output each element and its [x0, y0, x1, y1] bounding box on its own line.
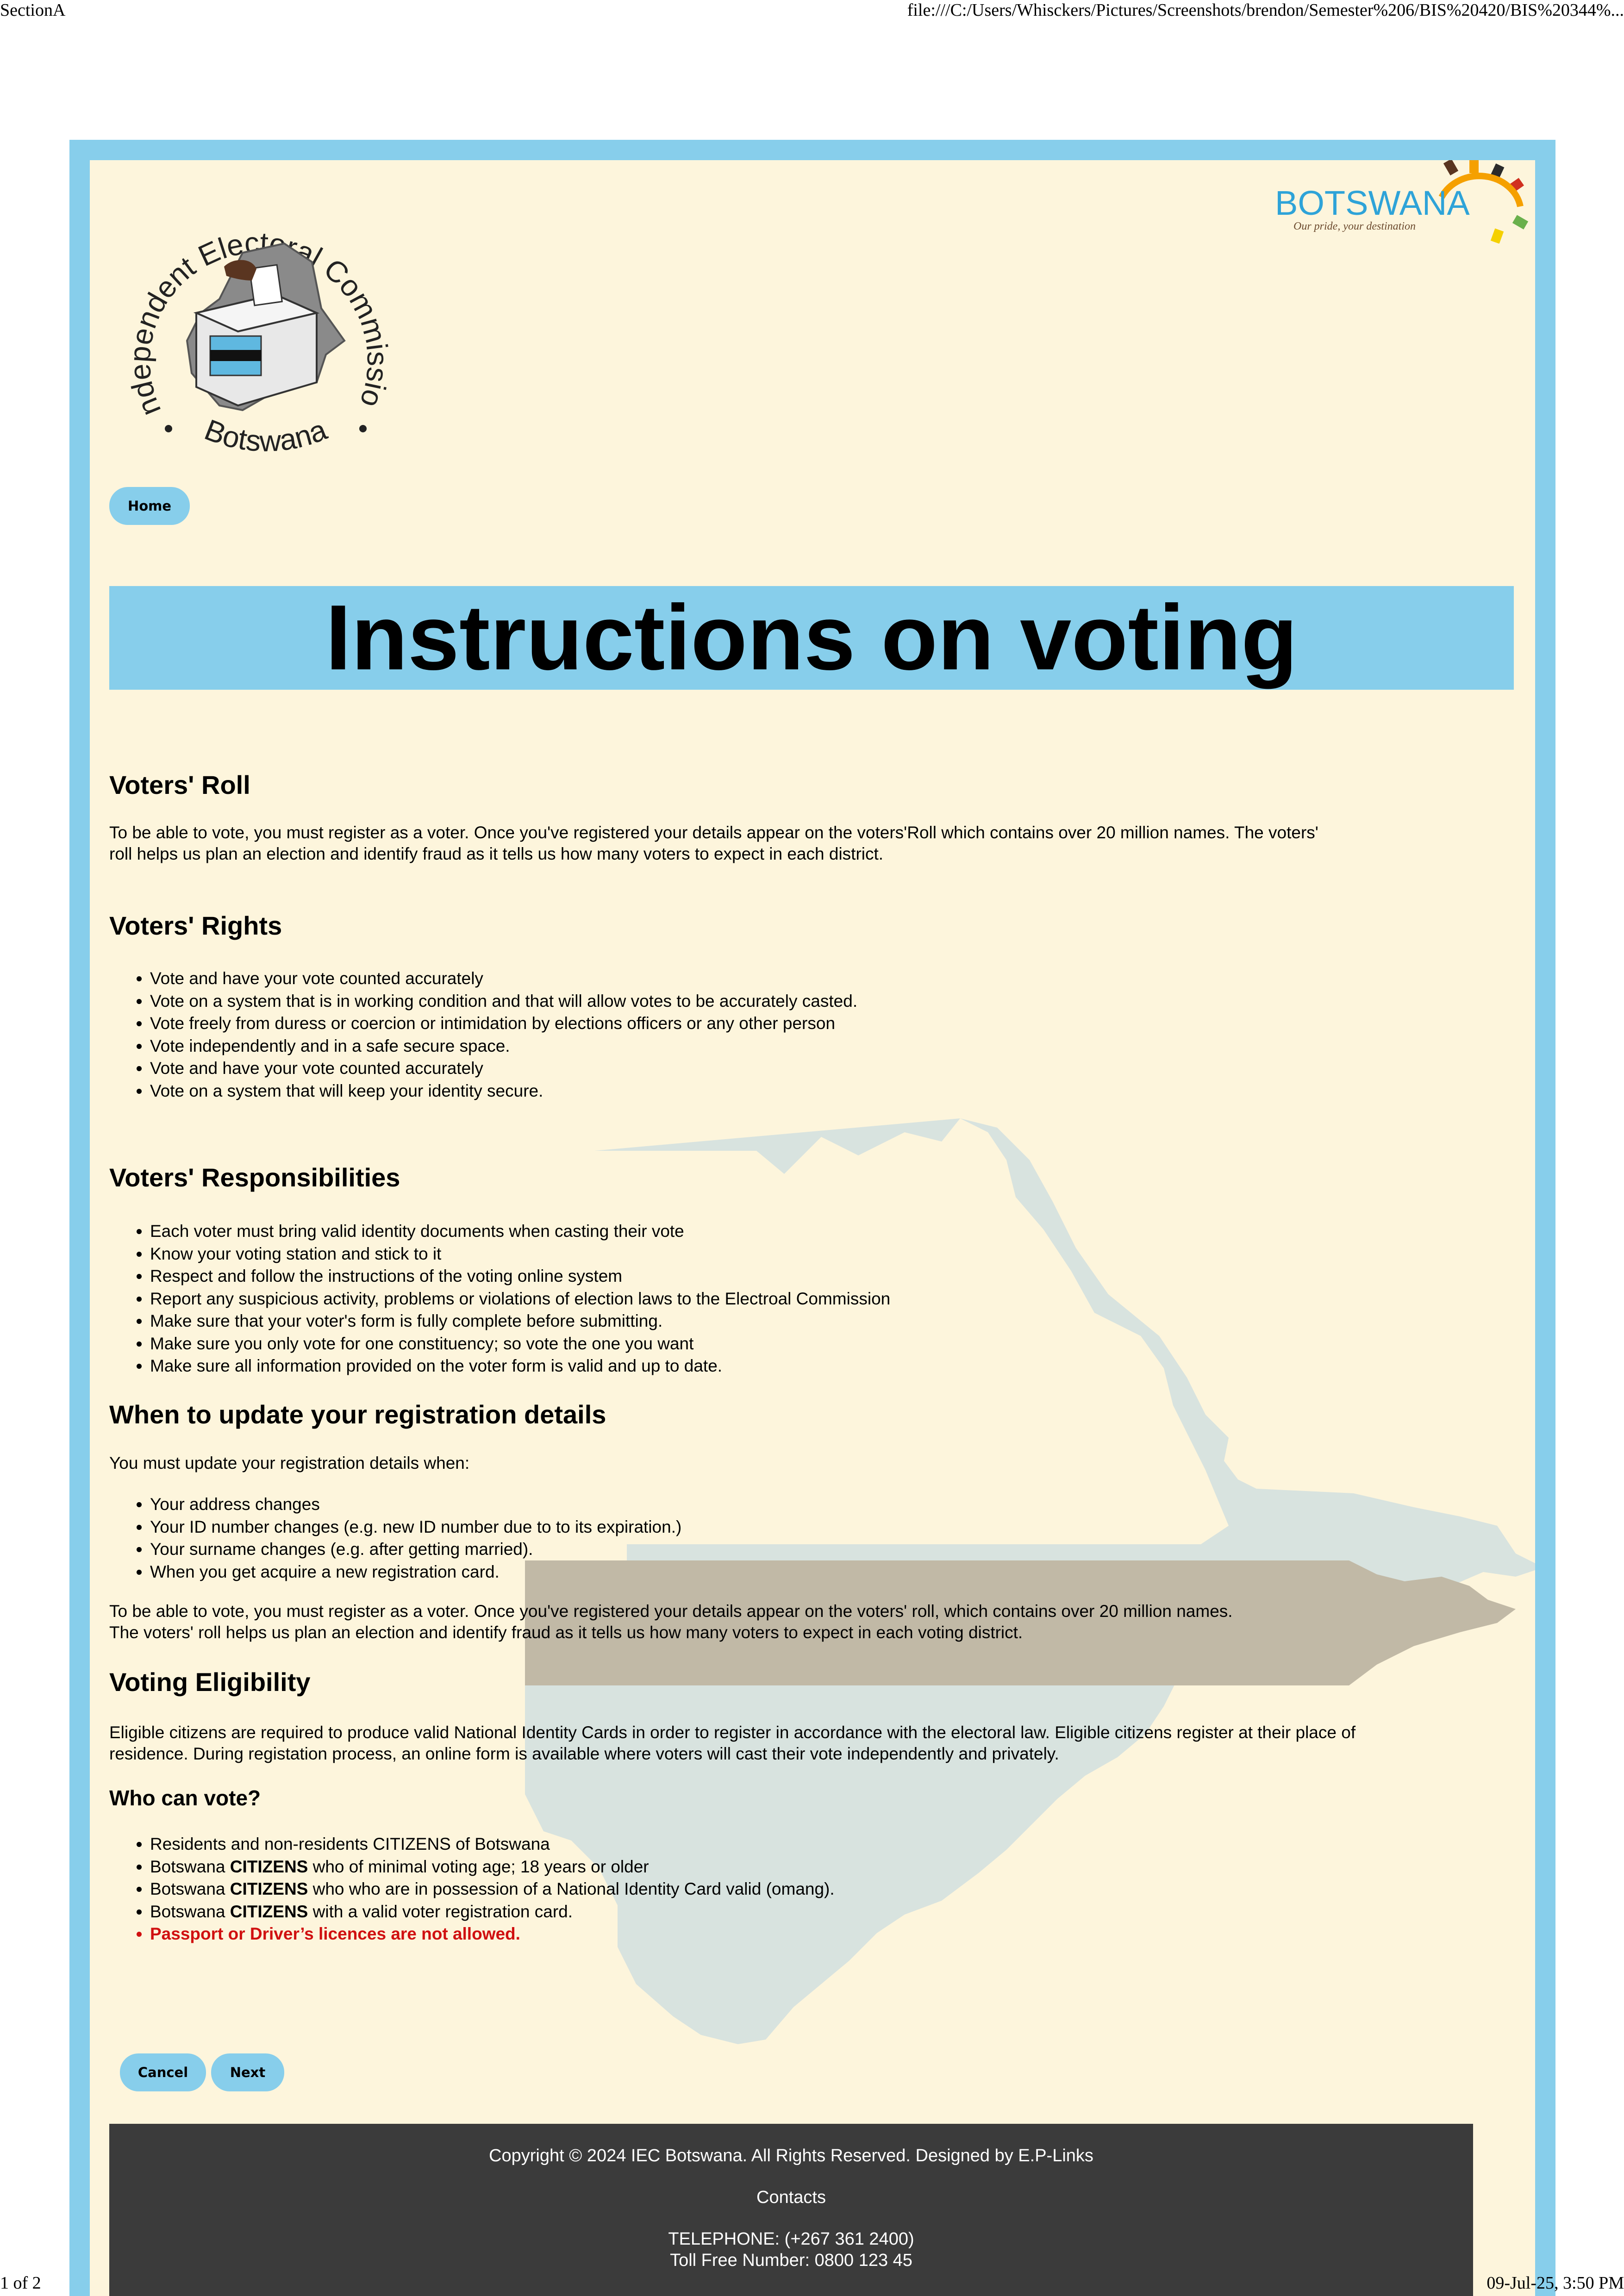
voters-responsibilities-heading: Voters' Responsibilities	[109, 1163, 400, 1192]
update-details-text-line1: To be able to vote, you must register as…	[109, 1602, 1233, 1621]
list-item: Vote and have your vote counted accurate…	[150, 967, 857, 990]
eligibility-heading: Voting Eligibility	[109, 1667, 311, 1697]
botswana-brand-word: BOTSWANA	[1275, 184, 1470, 222]
eligibility-text: Eligible citizens are required to produc…	[109, 1723, 1356, 1763]
update-details-text-line2: The voters' roll helps us plan an electi…	[109, 1623, 1023, 1642]
list-item: Botswana CITIZENS who who are in possess…	[150, 1878, 835, 1901]
voters-rights-heading: Voters' Rights	[109, 911, 282, 940]
item-text: Botswana	[150, 1879, 230, 1898]
item-text: with a valid voter registration card.	[308, 1902, 573, 1921]
footer-contacts-heading: Contacts	[756, 2188, 826, 2207]
citizens-bold: CITIZENS	[230, 1857, 308, 1876]
print-footer-page: 1 of 2	[0, 2273, 41, 2293]
iec-logo: Independent Electoral Commission Botswan…	[118, 188, 394, 458]
update-details-list: Your address changes Your ID number chan…	[109, 1493, 681, 1583]
list-item: Vote on a system that is in working cond…	[150, 990, 857, 1013]
citizens-bold: CITIZENS	[230, 1902, 308, 1921]
list-item: Residents and non-residents CITIZENS of …	[150, 1833, 835, 1856]
citizens-bold: CITIZENS	[230, 1879, 308, 1898]
page-title-band: Instructions on voting	[109, 586, 1514, 690]
list-item: Each voter must bring valid identity doc…	[150, 1220, 890, 1243]
print-header-url: file:///C:/Users/Whisckers/Pictures/Scre…	[907, 0, 1624, 20]
next-button[interactable]: Next	[211, 2053, 284, 2091]
page-frame: Independent Electoral Commission Botswan…	[69, 140, 1555, 2296]
list-item: Vote freely from duress or coercion or i…	[150, 1012, 857, 1035]
home-button[interactable]: Home	[109, 487, 190, 525]
list-item: Make sure you only vote for one constitu…	[150, 1333, 890, 1355]
update-details-heading: When to update your registration details	[109, 1400, 606, 1429]
list-item: Botswana CITIZENS who of minimal voting …	[150, 1856, 835, 1878]
list-item: Vote and have your vote counted accurate…	[150, 1057, 857, 1080]
botswana-brand-tagline: Our pride, your destination	[1293, 220, 1416, 232]
who-can-vote-heading: Who can vote?	[109, 1786, 261, 1810]
botswana-brand-logo: BOTSWANA Our pride, your destination	[1275, 160, 1529, 243]
item-text: Botswana	[150, 1857, 230, 1876]
item-text: who who are in possession of a National …	[308, 1879, 835, 1898]
page-title: Instructions on voting	[325, 586, 1298, 689]
footer-telephone: TELEPHONE: (+267 361 2400)	[668, 2229, 914, 2249]
cancel-button[interactable]: Cancel	[120, 2053, 206, 2091]
list-item: Vote independently and in a safe secure …	[150, 1035, 857, 1058]
list-item: Your ID number changes (e.g. new ID numb…	[150, 1516, 681, 1539]
print-footer-datetime: 09-Jul-25, 3:50 PM	[1487, 2273, 1624, 2293]
svg-text:Botswana: Botswana	[200, 412, 331, 458]
site-footer: Copyright © 2024 IEC Botswana. All Right…	[109, 2124, 1473, 2296]
warning-list-item: Passport or Driver’s licences are not al…	[150, 1923, 835, 1946]
page-body: Independent Electoral Commission Botswan…	[90, 160, 1535, 2296]
voters-roll-text: To be able to vote, you must register as…	[109, 823, 1318, 863]
list-item: Respect and follow the instructions of t…	[150, 1265, 890, 1288]
voters-rights-list: Vote and have your vote counted accurate…	[109, 967, 857, 1102]
voters-responsibilities-list: Each voter must bring valid identity doc…	[109, 1220, 890, 1378]
list-item: Botswana CITIZENS with a valid voter reg…	[150, 1901, 835, 1923]
item-text: who of minimal voting age; 18 years or o…	[308, 1857, 649, 1876]
update-details-intro: You must update your registration detail…	[109, 1454, 470, 1472]
voters-roll-heading: Voters' Roll	[109, 770, 250, 799]
who-can-vote-list: Residents and non-residents CITIZENS of …	[109, 1833, 835, 1946]
item-text: Botswana	[150, 1902, 230, 1921]
list-item: When you get acquire a new registration …	[150, 1561, 681, 1584]
list-item: Know your voting station and stick to it	[150, 1243, 890, 1266]
footer-copyright: Copyright © 2024 IEC Botswana. All Right…	[489, 2146, 1093, 2165]
list-item: Make sure all information provided on th…	[150, 1355, 890, 1378]
iec-logo-bottom-text: Botswana	[200, 412, 331, 458]
list-item: Vote on a system that will keep your ide…	[150, 1080, 857, 1103]
list-item: Report any suspicious activity, problems…	[150, 1288, 890, 1310]
list-item: Your surname changes (e.g. after getting…	[150, 1538, 681, 1561]
list-item: Make sure that your voter's form is full…	[150, 1310, 890, 1333]
footer-toll-free: Toll Free Number: 0800 123 45	[670, 2251, 912, 2270]
print-header-title: SectionA	[0, 0, 66, 20]
list-item: Your address changes	[150, 1493, 681, 1516]
